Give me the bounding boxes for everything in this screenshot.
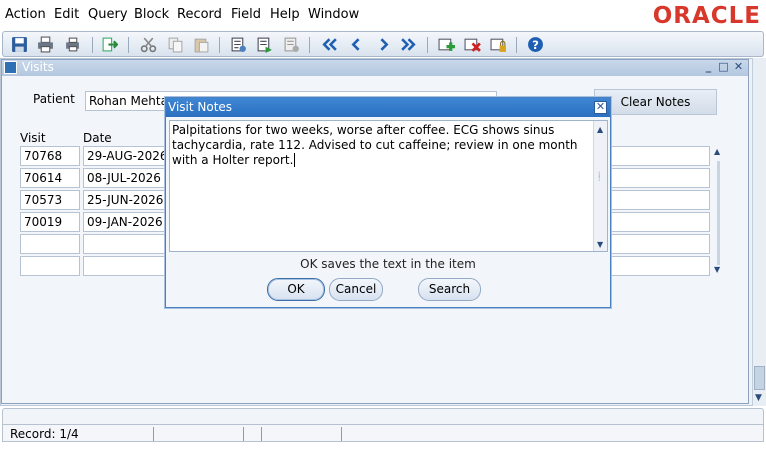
toolbar-separator <box>516 37 517 53</box>
notes-textarea[interactable]: Palpitations for two weeks, worse after … <box>169 120 608 252</box>
scroll-down-arrow-icon[interactable]: ▼ <box>714 265 720 274</box>
scroll-down-arrow-icon[interactable]: ▼ <box>597 237 603 252</box>
ok-button[interactable]: OK <box>267 278 325 301</box>
dialog-title: Visit Notes <box>168 100 233 114</box>
scroll-up-arrow-icon[interactable]: ▲ <box>597 122 603 137</box>
dialog-close-icon[interactable]: ✕ <box>594 101 607 114</box>
visit-notes-dialog: Visit Notes ✕ Palpitations for two weeks… <box>165 97 611 308</box>
last-record-icon[interactable] <box>400 36 417 53</box>
record-indicator: Record: 1/4 <box>10 427 79 441</box>
exit-icon[interactable] <box>101 36 118 53</box>
menu-query[interactable]: Query <box>88 7 128 22</box>
toolbar-separator <box>219 37 220 53</box>
menu-help[interactable]: Help <box>270 7 300 22</box>
scrollbar-grip-icon[interactable]: ⁞ ⁞ <box>598 171 601 183</box>
search-button[interactable]: Search <box>418 278 481 301</box>
dialog-titlebar: Visit Notes ✕ <box>166 98 610 117</box>
scrollbar-track[interactable] <box>717 161 720 265</box>
cut-icon[interactable] <box>140 36 157 53</box>
print-setup-icon[interactable] <box>64 36 81 53</box>
records-scrollbar[interactable]: ▲ ▼ <box>713 147 725 275</box>
visit-cell[interactable] <box>20 256 80 276</box>
toolbar-separator <box>427 37 428 53</box>
toolbar: ? <box>2 31 764 57</box>
maximize-button[interactable]: □ <box>717 61 730 74</box>
status-separator <box>341 427 342 441</box>
scroll-down-arrow-icon[interactable]: ▼ <box>755 393 762 403</box>
menu-window[interactable]: Window <box>308 7 359 22</box>
oracle-logo: ORACLE <box>652 3 761 29</box>
previous-record-icon[interactable] <box>348 36 365 53</box>
status-bar: Record: 1/4 <box>2 424 764 442</box>
notes-scrollbar[interactable]: ▲ ⁞ ⁞ ▼ <box>593 121 607 251</box>
toolbar-separator <box>128 37 129 53</box>
status-separator <box>243 427 244 441</box>
menu-action[interactable]: Action <box>5 7 46 22</box>
svg-text:?: ? <box>532 38 539 52</box>
help-icon[interactable]: ? <box>527 36 544 53</box>
paste-icon[interactable] <box>193 36 210 53</box>
menu-field[interactable]: Field <box>231 7 261 22</box>
visit-cell[interactable] <box>20 234 80 254</box>
menu-edit[interactable]: Edit <box>54 7 79 22</box>
menu-bar: Action Edit Query Block Record Field Hel… <box>0 0 766 30</box>
minimize-button[interactable]: _ <box>702 61 715 74</box>
toolbar-separator <box>309 37 310 53</box>
clear-notes-button[interactable]: Clear Notes <box>594 89 717 115</box>
visit-cell[interactable]: 70573 <box>20 190 80 210</box>
save-icon[interactable] <box>11 36 28 53</box>
cancel-query-icon[interactable] <box>283 36 300 53</box>
window-titlebar: Visits _ □ ✕ <box>2 60 748 76</box>
enter-query-icon[interactable] <box>230 36 247 53</box>
scrollbar-thumb[interactable] <box>754 366 765 390</box>
close-window-button[interactable]: ✕ <box>732 61 745 74</box>
form-window-icon <box>4 61 17 74</box>
text-cursor <box>294 153 296 167</box>
insert-record-icon[interactable] <box>438 36 455 53</box>
cancel-button[interactable]: Cancel <box>329 278 383 301</box>
visit-column-header: Visit <box>20 131 46 145</box>
window-title: Visits <box>22 60 54 74</box>
frame-scrollbar[interactable]: ▼ <box>752 58 766 406</box>
delete-record-icon[interactable] <box>464 36 481 53</box>
toolbar-separator <box>92 37 93 53</box>
visit-cell[interactable]: 70019 <box>20 212 80 232</box>
menu-record[interactable]: Record <box>177 7 222 22</box>
menu-block[interactable]: Block <box>134 7 169 22</box>
status-separator <box>261 427 262 441</box>
scroll-up-arrow-icon[interactable]: ▲ <box>714 147 720 156</box>
visit-cell[interactable]: 70768 <box>20 146 80 166</box>
status-separator <box>153 427 154 441</box>
lock-record-icon[interactable] <box>490 36 507 53</box>
date-column-header: Date <box>83 131 112 145</box>
dialog-hint: OK saves the text in the item <box>300 257 476 271</box>
first-record-icon[interactable] <box>321 36 338 53</box>
copy-icon[interactable] <box>167 36 184 53</box>
patient-label: Patient <box>33 92 75 106</box>
print-icon[interactable] <box>37 36 54 53</box>
notes-text: Palpitations for two weeks, worse after … <box>172 123 578 167</box>
execute-query-icon[interactable] <box>256 36 273 53</box>
visit-cell[interactable]: 70614 <box>20 168 80 188</box>
next-record-icon[interactable] <box>375 36 392 53</box>
